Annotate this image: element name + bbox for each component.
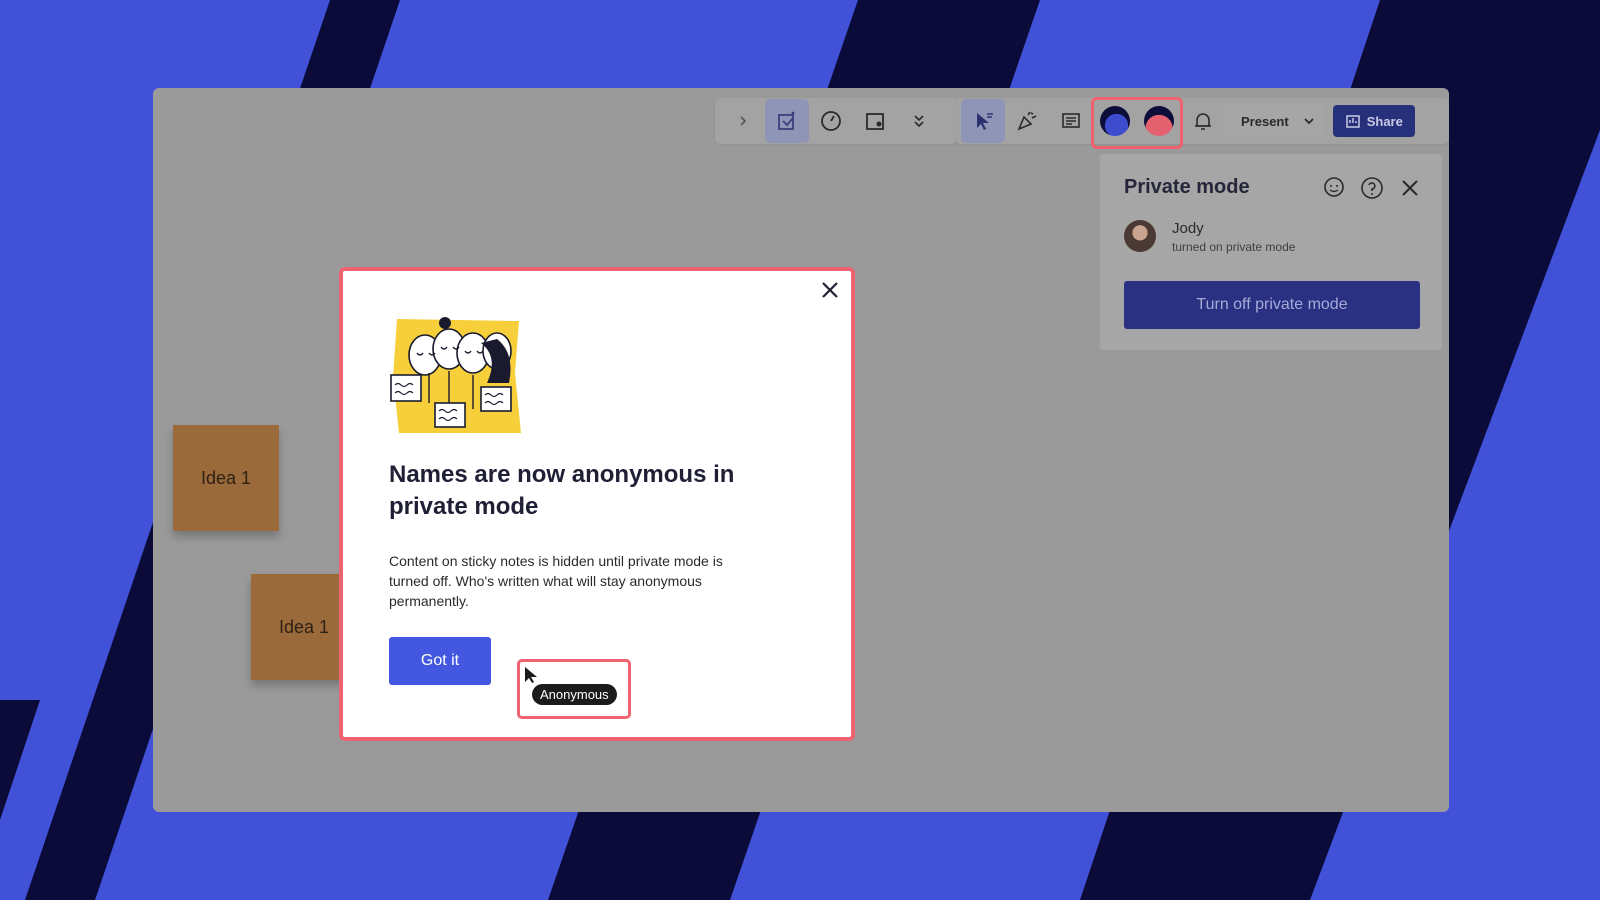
user-status: turned on private mode [1172, 240, 1296, 254]
chevron-down-icon [1304, 118, 1314, 125]
board-tools-toolbar [715, 98, 957, 144]
help-icon[interactable] [1360, 176, 1384, 200]
turn-off-private-mode-button[interactable]: Turn off private mode [1124, 281, 1420, 329]
select-tool-button[interactable] [961, 99, 1005, 143]
share-button[interactable]: Share [1332, 105, 1415, 137]
present-button[interactable]: Present [1225, 105, 1323, 137]
feedback-icon[interactable] [1322, 176, 1346, 200]
card-button[interactable] [853, 99, 897, 143]
sticky-note[interactable]: Idea 1 [173, 425, 279, 531]
private-mode-dialog: Names are now anonymous in private mode … [339, 267, 855, 741]
present-options-button[interactable] [1295, 105, 1323, 137]
bell-icon [1195, 113, 1211, 130]
mouse-cursor-icon [525, 667, 537, 683]
private-mode-panel: Private mode Jody turned on private mode… [1100, 154, 1442, 350]
cursor-icon [977, 113, 993, 130]
present-label: Present [1241, 113, 1289, 129]
comments-icon [1062, 113, 1080, 128]
user-name: Jody [1172, 220, 1204, 237]
share-icon [1345, 115, 1360, 128]
anonymous-label: Anonymous [532, 684, 617, 705]
collaboration-toolbar: Present Share [955, 98, 1449, 144]
share-label: Share [1366, 113, 1403, 129]
avatars-highlight [1091, 97, 1183, 149]
frames-icon [778, 111, 795, 130]
close-icon[interactable] [1398, 176, 1422, 200]
anonymous-people-illustration [390, 317, 521, 433]
anonymous-cursor-highlight: Anonymous [517, 659, 631, 719]
dialog-body: Content on sticky notes is hidden until … [389, 553, 723, 609]
user-avatar [1124, 220, 1156, 252]
double-chevron-down-icon [914, 115, 924, 128]
frames-button[interactable] [765, 99, 809, 143]
comments-button[interactable] [1049, 99, 1093, 143]
notifications-button[interactable] [1181, 99, 1225, 143]
close-icon [822, 282, 838, 298]
board-canvas[interactable]: Present Share Private mode Jody turned o… [153, 88, 1449, 812]
panel-title: Private mode [1124, 176, 1250, 198]
chevron-right-icon [740, 116, 747, 126]
timer-icon [821, 111, 841, 131]
celebrate-button[interactable] [1005, 99, 1049, 143]
party-popper-icon [1017, 111, 1037, 131]
more-tools-button[interactable] [897, 99, 941, 143]
card-icon [866, 113, 884, 130]
dialog-title: Names are now anonymous in private mode [389, 461, 735, 520]
got-it-button[interactable]: Got it [389, 637, 491, 685]
expand-toolbar-button[interactable] [721, 99, 765, 143]
timer-button[interactable] [809, 99, 853, 143]
close-dialog-button[interactable] [819, 279, 841, 306]
